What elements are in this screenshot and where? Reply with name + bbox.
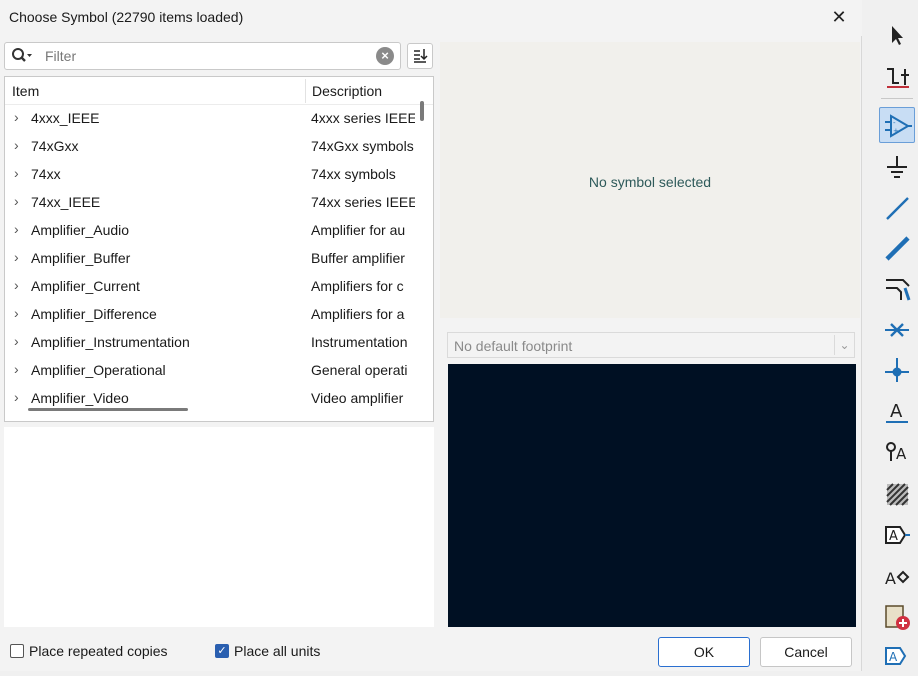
svg-text:A: A xyxy=(889,529,898,544)
library-name: Amplifier_Operational xyxy=(31,362,166,378)
tree-row[interactable]: › Amplifier_Audio Amplifier for au xyxy=(5,216,420,244)
chevron-right-icon[interactable]: › xyxy=(14,109,19,125)
footprint-select[interactable]: No default footprint ⌄ xyxy=(447,332,855,358)
column-header-item[interactable]: Item xyxy=(12,83,39,99)
library-description: Amplifiers for a xyxy=(311,306,405,322)
global-label-icon[interactable]: A xyxy=(879,433,915,469)
choose-symbol-dialog: Choose Symbol (22790 items loaded) ✕ × I… xyxy=(0,0,862,671)
library-name: Amplifier_Difference xyxy=(31,306,157,322)
library-name: 4xxx_IEEE xyxy=(31,110,100,126)
place-repeated-checkbox[interactable] xyxy=(10,644,24,658)
no-symbol-text: No symbol selected xyxy=(588,174,712,190)
column-header-description[interactable]: Description xyxy=(312,83,382,99)
svg-text:+: + xyxy=(893,127,899,135)
chevron-right-icon[interactable]: › xyxy=(14,305,19,321)
library-name: Amplifier_Instrumentation xyxy=(31,334,190,350)
junction-icon[interactable] xyxy=(879,352,915,388)
library-description: 74xGxx symbols xyxy=(311,138,414,154)
library-name: Amplifier_Buffer xyxy=(31,250,131,266)
symbol-preview: No symbol selected xyxy=(440,42,860,318)
footprint-select-value: No default footprint xyxy=(454,338,573,354)
library-description: 74xx series IEEE xyxy=(311,194,415,210)
tree-row[interactable]: › Amplifier_Buffer Buffer amplifier xyxy=(5,244,420,272)
library-description: Instrumentation xyxy=(311,334,408,350)
add-symbol-icon[interactable]: - + xyxy=(879,107,915,143)
close-icon[interactable]: ✕ xyxy=(830,8,848,26)
library-name: Amplifier_Video xyxy=(31,390,129,406)
pin-to-pin-icon[interactable] xyxy=(879,57,915,93)
place-all-units-checkbox[interactable]: ✓ xyxy=(215,644,229,658)
library-description: General operati xyxy=(311,362,408,378)
tree-row[interactable]: › 74xx 74xx symbols xyxy=(5,160,420,188)
title-bar: Choose Symbol (22790 items loaded) ✕ xyxy=(0,0,862,36)
dialog-title: Choose Symbol (22790 items loaded) xyxy=(9,9,244,25)
chevron-right-icon[interactable]: › xyxy=(14,249,19,265)
net-label-icon[interactable]: A xyxy=(879,393,915,429)
tree-row[interactable]: › Amplifier_Instrumentation Instrumentatio… xyxy=(5,328,420,356)
library-description: 74xx symbols xyxy=(311,166,396,182)
place-repeated-label[interactable]: Place repeated copies xyxy=(29,643,168,659)
add-wire-icon[interactable] xyxy=(879,190,915,226)
search-icon[interactable] xyxy=(11,47,33,65)
label-pin-icon[interactable]: A xyxy=(879,559,915,595)
add-sheet-icon[interactable] xyxy=(879,599,915,635)
horizontal-scrollbar[interactable] xyxy=(28,408,188,411)
library-description: 4xxx series IEEE xyxy=(311,110,415,126)
library-name: 74xGxx xyxy=(31,138,79,154)
chevron-right-icon[interactable]: › xyxy=(14,389,19,405)
symbol-library-tree[interactable]: Item Description › 4xxx_IEEE 4xxx series I… xyxy=(4,76,434,422)
toolbar-divider xyxy=(881,98,913,99)
chevron-down-icon: ⌄ xyxy=(834,335,854,355)
chevron-right-icon[interactable]: › xyxy=(14,361,19,377)
library-name: 74xx xyxy=(31,166,61,182)
tree-row[interactable]: › Amplifier_Current Amplifiers for c xyxy=(5,272,420,300)
chevron-right-icon[interactable]: › xyxy=(14,277,19,293)
chevron-right-icon[interactable]: › xyxy=(14,165,19,181)
tree-row[interactable]: › Amplifier_Operational General operati xyxy=(5,356,420,384)
bus-entry-icon[interactable] xyxy=(879,270,915,306)
svg-text:A: A xyxy=(885,569,896,588)
footprint-preview-canvas xyxy=(448,364,856,627)
chevron-right-icon[interactable]: › xyxy=(14,333,19,349)
tree-row[interactable]: › Amplifier_Difference Amplifiers for a xyxy=(5,300,420,328)
sort-icon xyxy=(414,49,428,63)
no-connect-icon[interactable] xyxy=(879,312,915,348)
svg-text:A: A xyxy=(889,650,898,664)
library-name: Amplifier_Current xyxy=(31,278,140,294)
add-bus-icon[interactable] xyxy=(879,230,915,266)
place-all-units-label[interactable]: Place all units xyxy=(234,643,320,659)
library-name: Amplifier_Audio xyxy=(31,222,130,238)
ok-button[interactable]: OK xyxy=(658,637,750,667)
right-toolbar: - + A A A A A xyxy=(862,0,918,671)
sort-button[interactable] xyxy=(407,43,433,69)
library-name: 74xx_IEEE xyxy=(31,194,101,210)
chevron-right-icon[interactable]: › xyxy=(14,221,19,237)
column-divider[interactable] xyxy=(305,79,306,103)
tree-header: Item Description xyxy=(5,77,433,105)
select-arrow-icon[interactable] xyxy=(879,17,915,53)
filter-box: × xyxy=(4,42,401,70)
hierarchical-label-icon[interactable]: A xyxy=(879,517,915,553)
symbol-details-panel xyxy=(4,427,434,627)
chevron-right-icon[interactable]: › xyxy=(14,137,19,153)
svg-text:A: A xyxy=(890,401,903,422)
filter-input[interactable] xyxy=(45,46,365,66)
svg-text:A: A xyxy=(896,445,907,463)
tree-row[interactable]: › 74xGxx 74xGxx symbols xyxy=(5,132,420,160)
svg-text:-: - xyxy=(893,119,896,127)
hatched-sheet-icon[interactable] xyxy=(879,476,915,512)
library-description: Buffer amplifier xyxy=(311,250,405,266)
vertical-scrollbar[interactable] xyxy=(420,101,424,121)
tree-row[interactable]: › 4xxx_IEEE 4xxx series IEEE xyxy=(5,104,420,132)
chevron-right-icon[interactable]: › xyxy=(14,193,19,209)
clear-filter-icon[interactable]: × xyxy=(376,47,394,65)
library-description: Amplifier for au xyxy=(311,222,406,238)
library-description: Amplifiers for c xyxy=(311,278,404,294)
add-power-icon[interactable] xyxy=(879,149,915,185)
tree-row[interactable]: › 74xx_IEEE 74xx series IEEE xyxy=(5,188,420,216)
cancel-button[interactable]: Cancel xyxy=(760,637,852,667)
library-description: Video amplifier xyxy=(311,390,404,406)
